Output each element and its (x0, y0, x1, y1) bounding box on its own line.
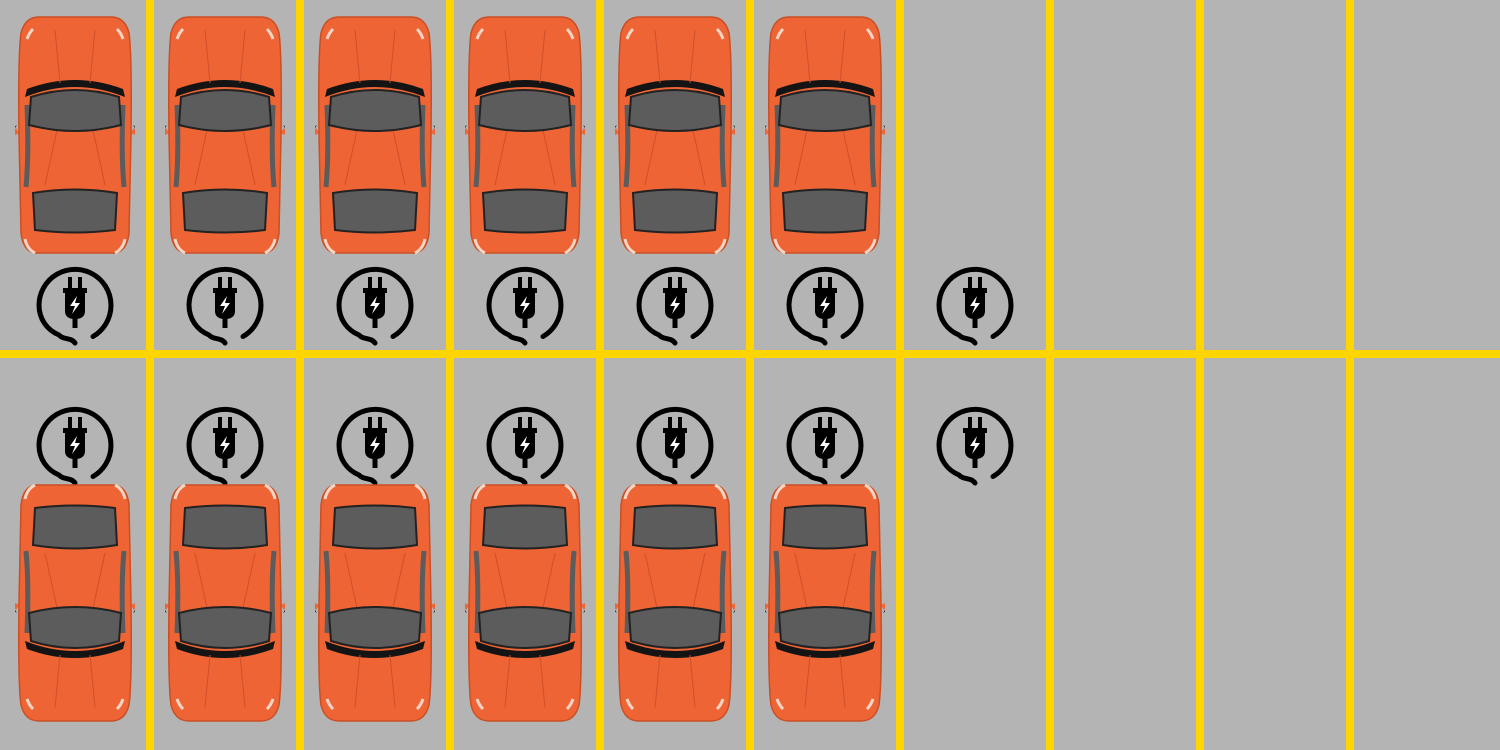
lane-line-vertical (446, 0, 454, 750)
ev-plug-icon (783, 263, 867, 347)
parking-spot-top-5[interactable] (600, 0, 750, 375)
ev-plug-icon (483, 263, 567, 347)
parking-spot-top-1[interactable] (0, 0, 150, 375)
parked-car (15, 483, 135, 723)
ev-plug-icon (33, 263, 117, 347)
ev-plug-icon (483, 403, 567, 487)
lane-line-vertical (1046, 0, 1054, 750)
ev-plug-icon (933, 263, 1017, 347)
ev-plug-icon (183, 403, 267, 487)
lane-line-vertical (296, 0, 304, 750)
lane-line-vertical (746, 0, 754, 750)
ev-plug-icon (933, 403, 1017, 487)
parking-spot-top-4[interactable] (450, 0, 600, 375)
lane-line-vertical (1346, 0, 1354, 750)
parking-spot-top-6[interactable] (750, 0, 900, 375)
parking-spot-bottom-1[interactable] (0, 375, 150, 750)
parking-spot-bottom-3[interactable] (300, 375, 450, 750)
lane-line-vertical (596, 0, 604, 750)
parked-car (165, 15, 285, 255)
parked-car (765, 15, 885, 255)
ev-plug-icon (183, 263, 267, 347)
parking-spot-bottom-4[interactable] (450, 375, 600, 750)
parked-car (15, 15, 135, 255)
parking-spot-top-3[interactable] (300, 0, 450, 375)
lane-line-vertical (1196, 0, 1204, 750)
ev-plug-icon (333, 403, 417, 487)
ev-plug-icon (33, 403, 117, 487)
parking-spot-top-9[interactable] (1200, 0, 1350, 375)
parked-car (465, 483, 585, 723)
ev-plug-icon (333, 263, 417, 347)
parking-spot-top-7[interactable] (900, 0, 1050, 375)
lane-line-vertical (896, 0, 904, 750)
parked-car (765, 483, 885, 723)
parking-spot-bottom-2[interactable] (150, 375, 300, 750)
parked-car (615, 483, 735, 723)
parking-spot-top-8[interactable] (1050, 0, 1200, 375)
parked-car (315, 15, 435, 255)
parking-spot-top-2[interactable] (150, 0, 300, 375)
parking-spot-bottom-6[interactable] (750, 375, 900, 750)
parked-car (315, 483, 435, 723)
parked-car (465, 15, 585, 255)
parking-spot-bottom-9[interactable] (1200, 375, 1350, 750)
parked-car (165, 483, 285, 723)
parked-car (615, 15, 735, 255)
parking-spot-bottom-8[interactable] (1050, 375, 1200, 750)
ev-plug-icon (783, 403, 867, 487)
lane-line-horizontal (0, 350, 1500, 358)
ev-plug-icon (633, 403, 717, 487)
parking-spot-bottom-7[interactable] (900, 375, 1050, 750)
parking-spot-top-10[interactable] (1350, 0, 1500, 375)
ev-plug-icon (633, 263, 717, 347)
parking-spot-bottom-5[interactable] (600, 375, 750, 750)
parking-lot (0, 0, 1500, 750)
lane-line-vertical (146, 0, 154, 750)
parking-spot-bottom-10[interactable] (1350, 375, 1500, 750)
